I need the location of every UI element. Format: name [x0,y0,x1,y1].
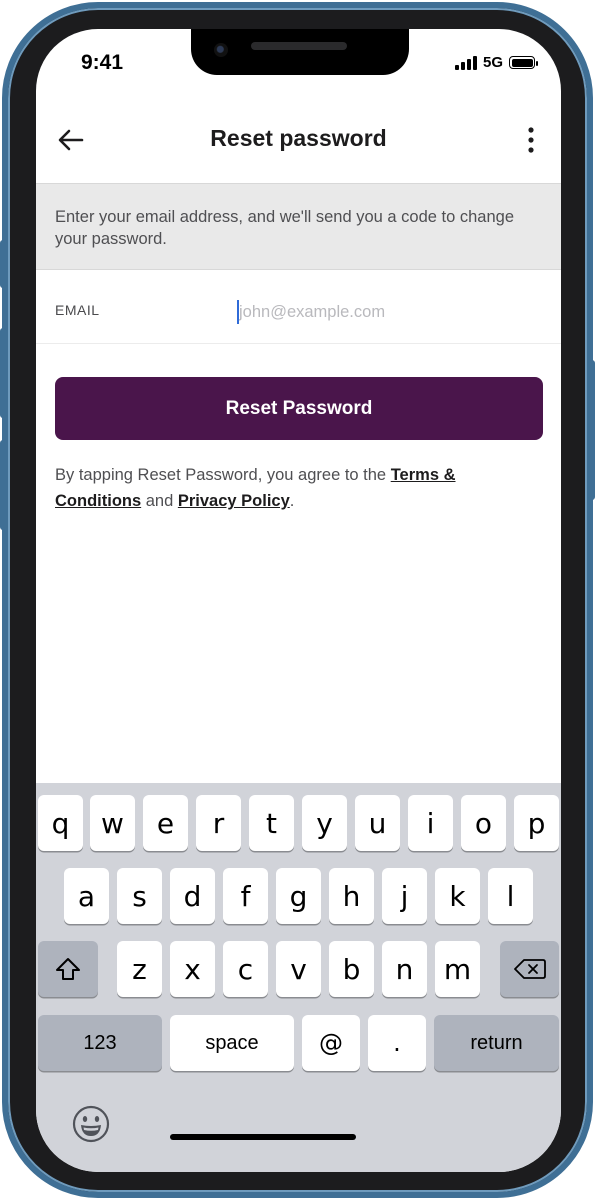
key-l[interactable]: l [488,868,533,924]
key-d[interactable]: d [170,868,215,924]
key-g[interactable]: g [276,868,321,924]
keyboard: q w e r t y u i o p a s d f g h j k l z … [36,783,561,1172]
key-x[interactable]: x [170,941,215,997]
status-time: 9:41 [81,51,124,74]
page-title: Reset password [210,125,387,151]
terms-notice: By tapping Reset Password, you agree to … [55,462,535,514]
shift-icon [56,958,80,980]
key-q[interactable]: q [38,795,83,851]
network-type: 5G [482,54,503,71]
email-row: EMAIL [36,271,561,344]
backspace-icon [513,959,546,979]
backspace-key[interactable] [500,941,559,997]
app-header: Reset password [36,109,561,184]
email-label: EMAIL [55,302,100,318]
mute-switch [0,240,7,288]
key-e[interactable]: e [143,795,188,851]
terms-middle: and [141,492,178,510]
key-i[interactable]: i [408,795,453,851]
status-indicators: 5G [454,54,538,71]
key-o[interactable]: o [461,795,506,851]
dot-key[interactable]: . [368,1015,426,1071]
key-n[interactable]: n [382,941,427,997]
key-j[interactable]: j [382,868,427,924]
numbers-key[interactable]: 123 [38,1015,162,1071]
key-z[interactable]: z [117,941,162,997]
emoji-icon[interactable] [72,1105,110,1143]
key-v[interactable]: v [276,941,321,997]
privacy-policy-link[interactable]: Privacy Policy [178,492,290,510]
key-s[interactable]: s [117,868,162,924]
speaker [251,42,347,50]
key-b[interactable]: b [329,941,374,997]
home-indicator [170,1134,356,1140]
terms-prefix: By tapping Reset Password, you agree to … [55,466,391,484]
battery-icon [509,56,538,69]
email-input[interactable] [239,299,539,325]
key-k[interactable]: k [435,868,480,924]
key-c[interactable]: c [223,941,268,997]
at-key[interactable]: @ [302,1015,360,1071]
key-w[interactable]: w [90,795,135,851]
volume-up-button [0,328,7,418]
volume-down-button [0,440,7,530]
reset-password-button[interactable]: Reset Password [55,377,543,440]
space-key[interactable]: space [170,1015,294,1071]
signal-icon [454,55,477,70]
key-a[interactable]: a [64,868,109,924]
key-f[interactable]: f [223,868,268,924]
more-vertical-icon [528,127,534,153]
shift-key[interactable] [38,941,98,997]
power-button [588,360,595,500]
key-m[interactable]: m [435,941,480,997]
key-y[interactable]: y [302,795,347,851]
info-message: Enter your email address, and we'll send… [36,184,561,270]
key-u[interactable]: u [355,795,400,851]
key-t[interactable]: t [249,795,294,851]
phone-screen: 9:41 5G Reset password Enter your email … [36,29,561,1172]
key-r[interactable]: r [196,795,241,851]
more-options-button[interactable] [521,119,541,161]
front-camera [214,43,228,57]
return-key[interactable]: return [434,1015,559,1071]
key-h[interactable]: h [329,868,374,924]
terms-suffix: . [289,492,295,510]
key-p[interactable]: p [514,795,559,851]
